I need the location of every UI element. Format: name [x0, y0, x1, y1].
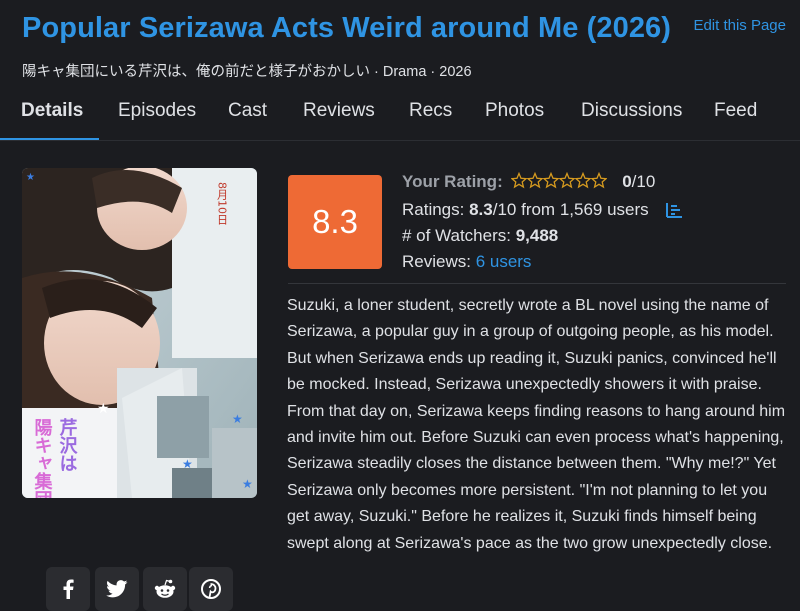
native-title: 陽キャ集団にいる芹沢は、俺の前だと様子がおかしい: [22, 64, 370, 80]
tab-photos[interactable]: Photos: [485, 100, 544, 122]
tab-recs[interactable]: Recs: [409, 100, 452, 122]
your-rating-max: /10: [631, 172, 656, 191]
svg-text:★: ★: [97, 400, 110, 416]
watchers-value: 9,488: [515, 226, 559, 245]
rating-chart-icon[interactable]: [665, 202, 683, 223]
ratings-label: Ratings:: [402, 200, 470, 219]
active-tab-indicator: [0, 138, 99, 140]
native-title-line: 陽キャ集団にいる芹沢は、俺の前だと様子がおかしい · Drama · 2026: [22, 60, 472, 81]
your-rating-value: 0: [622, 172, 632, 191]
synopsis: Suzuki, a loner student, secretly wrote …: [287, 297, 786, 552]
rating-stars[interactable]: [511, 172, 608, 190]
share-facebook-button[interactable]: [46, 567, 90, 611]
page-title: Popular Serizawa Acts Weird around Me (2…: [22, 12, 672, 44]
reviews-link[interactable]: 6 users: [476, 252, 532, 271]
watchers-label: # of Watchers:: [402, 226, 516, 245]
reddit-icon: [154, 579, 176, 598]
svg-text:芹沢は: 芹沢は: [57, 417, 78, 472]
reviews-label: Reviews:: [402, 252, 476, 271]
ratings-value: 8.3: [469, 200, 493, 219]
star-outline-icon[interactable]: [511, 172, 608, 190]
pinterest-icon: [201, 579, 221, 599]
tab-bar: Details Episodes Cast Reviews Recs Photo…: [0, 88, 800, 141]
poster-date: 8月10日: [216, 182, 229, 225]
share-twitter-button[interactable]: [95, 567, 139, 611]
score-badge: 8.3: [288, 175, 382, 269]
tab-episodes[interactable]: Episodes: [118, 100, 196, 122]
tab-discussions[interactable]: Discussions: [581, 100, 682, 122]
svg-text:★: ★: [26, 172, 35, 183]
share-reddit-button[interactable]: [143, 567, 187, 611]
twitter-icon: [106, 580, 128, 598]
divider: [288, 283, 786, 284]
tab-reviews[interactable]: Reviews: [303, 100, 375, 122]
poster-title-art: 陽キャ集団にいる芹沢は: [32, 418, 54, 498]
tab-feed[interactable]: Feed: [714, 100, 757, 122]
your-rating-label: Your Rating:: [402, 172, 503, 191]
share-pinterest-button[interactable]: [189, 567, 233, 611]
tab-cast[interactable]: Cast: [228, 100, 267, 122]
genre-year: · Drama · 2026: [370, 64, 472, 80]
svg-text:★: ★: [242, 477, 253, 491]
ratings-detail: /10 from 1,569 users: [492, 200, 649, 219]
svg-text:★: ★: [182, 457, 193, 471]
edit-page-link[interactable]: Edit this Page: [693, 17, 786, 34]
svg-text:★: ★: [232, 412, 243, 426]
poster-image[interactable]: 8月10日 陽キャ集団にいる芹沢は 芹沢は ★ ★ ★ ★ ★: [22, 168, 257, 498]
tab-details[interactable]: Details: [21, 100, 83, 122]
facebook-icon: [63, 579, 74, 599]
